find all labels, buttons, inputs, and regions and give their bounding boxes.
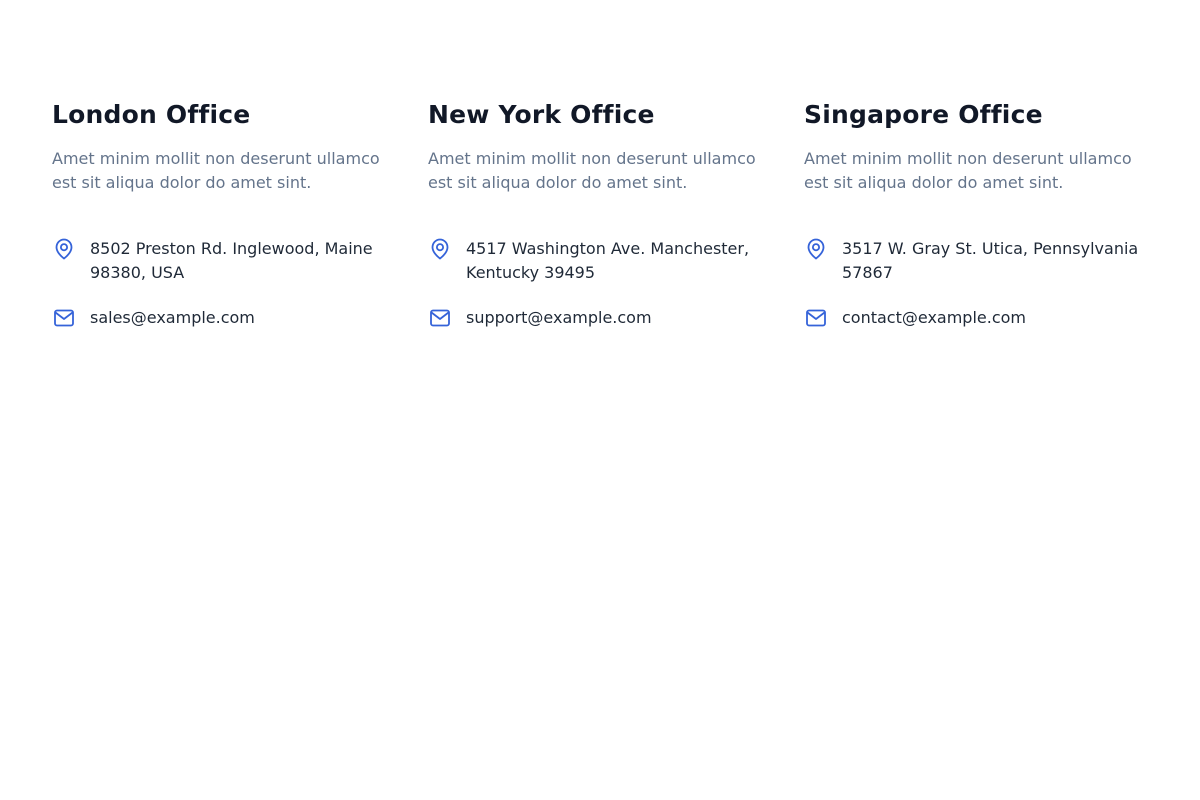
email-row: sales@example.com — [52, 306, 396, 330]
location-pin-icon — [52, 237, 76, 261]
office-description: Amet minim mollit non deserunt ullamco e… — [52, 147, 396, 195]
office-card-london: London Office Amet minim mollit non dese… — [52, 100, 396, 330]
offices-section: London Office Amet minim mollit non dese… — [0, 0, 1200, 330]
address-row: 8502 Preston Rd. Inglewood, Maine 98380,… — [52, 237, 396, 285]
office-title: New York Office — [428, 100, 772, 130]
office-description: Amet minim mollit non deserunt ullamco e… — [804, 147, 1148, 195]
office-email: support@example.com — [466, 306, 652, 330]
address-row: 4517 Washington Ave. Manchester, Kentuck… — [428, 237, 772, 285]
office-description: Amet minim mollit non deserunt ullamco e… — [428, 147, 772, 195]
office-address: 8502 Preston Rd. Inglewood, Maine 98380,… — [90, 237, 396, 285]
office-email: sales@example.com — [90, 306, 255, 330]
email-row: support@example.com — [428, 306, 772, 330]
office-title: London Office — [52, 100, 396, 130]
office-title: Singapore Office — [804, 100, 1148, 130]
mail-icon — [428, 306, 452, 330]
address-row: 3517 W. Gray St. Utica, Pennsylvania 578… — [804, 237, 1148, 285]
office-address: 3517 W. Gray St. Utica, Pennsylvania 578… — [842, 237, 1148, 285]
office-address: 4517 Washington Ave. Manchester, Kentuck… — [466, 237, 772, 285]
email-row: contact@example.com — [804, 306, 1148, 330]
office-card-new-york: New York Office Amet minim mollit non de… — [428, 100, 772, 330]
office-card-singapore: Singapore Office Amet minim mollit non d… — [804, 100, 1148, 330]
mail-icon — [52, 306, 76, 330]
mail-icon — [804, 306, 828, 330]
location-pin-icon — [428, 237, 452, 261]
location-pin-icon — [804, 237, 828, 261]
office-email: contact@example.com — [842, 306, 1026, 330]
